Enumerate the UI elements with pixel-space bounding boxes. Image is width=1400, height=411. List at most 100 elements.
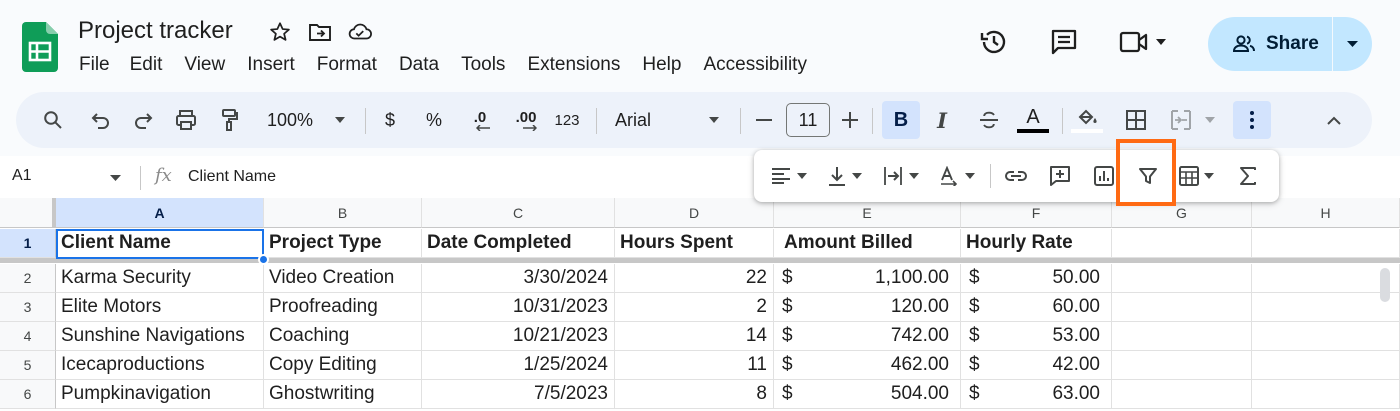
fill-handle[interactable] <box>258 254 269 265</box>
strikethrough-icon[interactable] <box>976 92 1002 148</box>
cell-g3[interactable] <box>1112 293 1252 322</box>
cell-h6[interactable] <box>1252 380 1400 409</box>
cell-a2[interactable]: Karma Security <box>56 264 264 293</box>
cell-e2[interactable]: $1,100.00 <box>774 264 961 293</box>
print-icon[interactable] <box>171 92 201 148</box>
menu-data[interactable]: Data <box>399 54 439 76</box>
cell-g2[interactable] <box>1112 264 1252 293</box>
cell-e4[interactable]: $742.00 <box>774 322 961 351</box>
name-box-chevron-icon[interactable] <box>110 168 121 186</box>
vertical-align-icon[interactable] <box>822 150 868 202</box>
cell-b3[interactable]: Proofreading <box>264 293 422 322</box>
more-formats-button[interactable]: 123 <box>552 92 582 148</box>
move-to-folder-icon[interactable] <box>308 20 332 44</box>
cell-a4[interactable]: Sunshine Navigations <box>56 322 264 351</box>
share-options-chevron-icon[interactable] <box>1333 17 1372 71</box>
text-color-button[interactable]: A <box>1016 92 1050 148</box>
cell-b5[interactable]: Copy Editing <box>264 351 422 380</box>
percent-format-button[interactable]: % <box>422 92 446 148</box>
cell-c5[interactable]: 1/25/2024 <box>422 351 615 380</box>
cell-d1[interactable]: Hours Spent <box>615 229 774 258</box>
cell-c6[interactable]: 7/5/2023 <box>422 380 615 409</box>
cell-b1[interactable]: Project Type <box>264 229 422 258</box>
share-button[interactable]: Share <box>1208 17 1332 71</box>
column-header-d[interactable]: D <box>615 198 774 228</box>
text-rotation-icon[interactable] <box>934 150 980 202</box>
collapse-menus-icon[interactable] <box>1322 92 1346 148</box>
decrease-decimal-button[interactable]: .0 <box>463 92 497 148</box>
cell-h1[interactable] <box>1252 229 1400 258</box>
cell-a3[interactable]: Elite Motors <box>56 293 264 322</box>
paint-format-icon[interactable] <box>215 92 245 148</box>
cell-h5[interactable] <box>1252 351 1400 380</box>
increase-decimal-button[interactable]: .00 <box>506 92 546 148</box>
row-header-3[interactable]: 3 <box>0 293 56 322</box>
cell-g4[interactable] <box>1112 322 1252 351</box>
vertical-scrollbar[interactable] <box>1380 268 1390 302</box>
cell-f1[interactable]: Hourly Rate <box>961 229 1112 258</box>
cell-f2[interactable]: $50.00 <box>961 264 1112 293</box>
cell-e6[interactable]: $504.00 <box>774 380 961 409</box>
menu-view[interactable]: View <box>184 54 225 76</box>
cell-h3[interactable] <box>1252 293 1400 322</box>
cell-d4[interactable]: 14 <box>615 322 774 351</box>
currency-format-button[interactable]: $ <box>380 92 400 148</box>
cell-f4[interactable]: $53.00 <box>961 322 1112 351</box>
column-header-c[interactable]: C <box>422 198 615 228</box>
cell-a6[interactable]: Pumpkinavigation <box>56 380 264 409</box>
cell-e1[interactable]: Amount Billed <box>774 229 961 258</box>
column-header-e[interactable]: E <box>774 198 961 228</box>
font-family-select[interactable]: Arial <box>615 92 661 148</box>
column-header-b[interactable]: B <box>264 198 422 228</box>
font-chevron-icon[interactable] <box>704 92 724 148</box>
menu-insert[interactable]: Insert <box>247 54 295 76</box>
horizontal-align-icon[interactable] <box>766 150 812 202</box>
menu-extensions[interactable]: Extensions <box>527 54 620 76</box>
italic-button[interactable]: I <box>930 92 954 148</box>
text-wrap-icon[interactable] <box>878 150 924 202</box>
comments-icon[interactable] <box>1046 24 1082 60</box>
row-header-5[interactable]: 5 <box>0 351 56 380</box>
cell-d2[interactable]: 22 <box>615 264 774 293</box>
cell-c3[interactable]: 10/31/2023 <box>422 293 615 322</box>
cell-b2[interactable]: Video Creation <box>264 264 422 293</box>
column-header-a[interactable]: A <box>56 198 264 228</box>
menu-help[interactable]: Help <box>642 54 681 76</box>
document-title[interactable]: Project tracker <box>78 17 233 45</box>
functions-icon[interactable] <box>1232 150 1264 202</box>
fill-color-icon[interactable] <box>1070 92 1104 148</box>
menu-format[interactable]: Format <box>317 54 377 76</box>
insert-comment-icon[interactable] <box>1044 150 1076 202</box>
cell-e5[interactable]: $462.00 <box>774 351 961 380</box>
menu-accessibility[interactable]: Accessibility <box>703 54 806 76</box>
undo-icon[interactable] <box>86 92 116 148</box>
zoom-select[interactable]: 100% <box>262 92 318 148</box>
cloud-saved-icon[interactable] <box>348 20 372 44</box>
decrease-font-size-icon[interactable] <box>752 92 776 148</box>
cell-c2[interactable]: 3/30/2024 <box>422 264 615 293</box>
menu-edit[interactable]: Edit <box>130 54 163 76</box>
meet-video-icon[interactable] <box>1116 24 1152 60</box>
row-header-2[interactable]: 2 <box>0 264 56 293</box>
cell-a5[interactable]: Icecaproductions <box>56 351 264 380</box>
insert-link-icon[interactable] <box>1000 150 1032 202</box>
cell-f3[interactable]: $60.00 <box>961 293 1112 322</box>
search-icon[interactable] <box>38 92 68 148</box>
cell-h4[interactable] <box>1252 322 1400 351</box>
cell-f6[interactable]: $63.00 <box>961 380 1112 409</box>
row-header-6[interactable]: 6 <box>0 380 56 409</box>
zoom-chevron-icon[interactable] <box>330 92 350 148</box>
formula-input[interactable]: Client Name <box>188 168 276 186</box>
menu-tools[interactable]: Tools <box>461 54 505 76</box>
merge-chevron-icon[interactable] <box>1202 92 1218 148</box>
star-icon[interactable] <box>268 20 292 44</box>
cell-h2[interactable] <box>1252 264 1400 293</box>
column-header-h[interactable]: H <box>1252 198 1400 228</box>
cell-g6[interactable] <box>1112 380 1252 409</box>
select-all-corner[interactable] <box>0 198 56 228</box>
sheets-logo-icon[interactable] <box>22 22 58 72</box>
cell-c4[interactable]: 10/21/2023 <box>422 322 615 351</box>
name-box[interactable]: A1 <box>12 167 32 185</box>
cell-d5[interactable]: 11 <box>615 351 774 380</box>
more-options-icon[interactable] <box>1233 101 1271 139</box>
